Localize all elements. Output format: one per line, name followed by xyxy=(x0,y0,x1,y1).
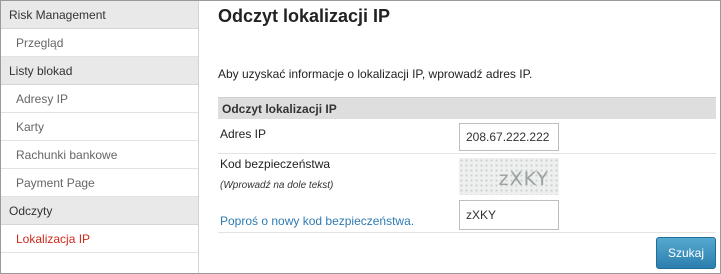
window-frame: Risk Management Przegląd Listy blokad Ad… xyxy=(0,0,721,274)
sidebar-section-listy-blokad[interactable]: Listy blokad xyxy=(1,57,198,85)
intro-text: Aby uzyskać informacje o lokalizacji IP,… xyxy=(218,67,533,81)
security-code-label: Kod bezpieczeństwa xyxy=(220,157,331,171)
sidebar-item-payment-page[interactable]: Payment Page xyxy=(1,169,198,197)
new-code-link[interactable]: Poproś o nowy kod bezpieczeństwa. xyxy=(220,214,414,228)
search-button[interactable]: Szukaj xyxy=(656,237,716,269)
security-code-hint: (Wprowadź na dole tekst) xyxy=(220,180,334,191)
panel-header: Odczyt lokalizacji IP xyxy=(218,97,716,119)
sidebar-item-rachunki-bankowe[interactable]: Rachunki bankowe xyxy=(1,141,198,169)
row-divider xyxy=(218,153,716,154)
sidebar-item-przeglad[interactable]: Przegląd xyxy=(1,29,198,57)
sidebar-section-risk-management[interactable]: Risk Management xyxy=(1,1,198,29)
ip-address-label: Adres IP xyxy=(220,127,267,141)
main-content: Odczyt lokalizacji IP Aby uzyskać inform… xyxy=(218,1,718,273)
sidebar-section-odczyty[interactable]: Odczyty xyxy=(1,197,198,225)
security-code-input[interactable] xyxy=(459,200,559,230)
page-title: Odczyt lokalizacji IP xyxy=(218,6,391,26)
sidebar: Risk Management Przegląd Listy blokad Ad… xyxy=(1,1,199,273)
ip-address-input[interactable] xyxy=(459,123,559,151)
sidebar-item-karty[interactable]: Karty xyxy=(1,113,198,141)
sidebar-item-adresy-ip[interactable]: Adresy IP xyxy=(1,85,198,113)
sidebar-item-lokalizacja-ip[interactable]: Lokalizacja IP xyxy=(1,225,198,253)
captcha-image: zXKY xyxy=(459,158,559,195)
row-divider-bottom xyxy=(218,232,716,233)
captcha-text: zXKY xyxy=(498,168,549,190)
